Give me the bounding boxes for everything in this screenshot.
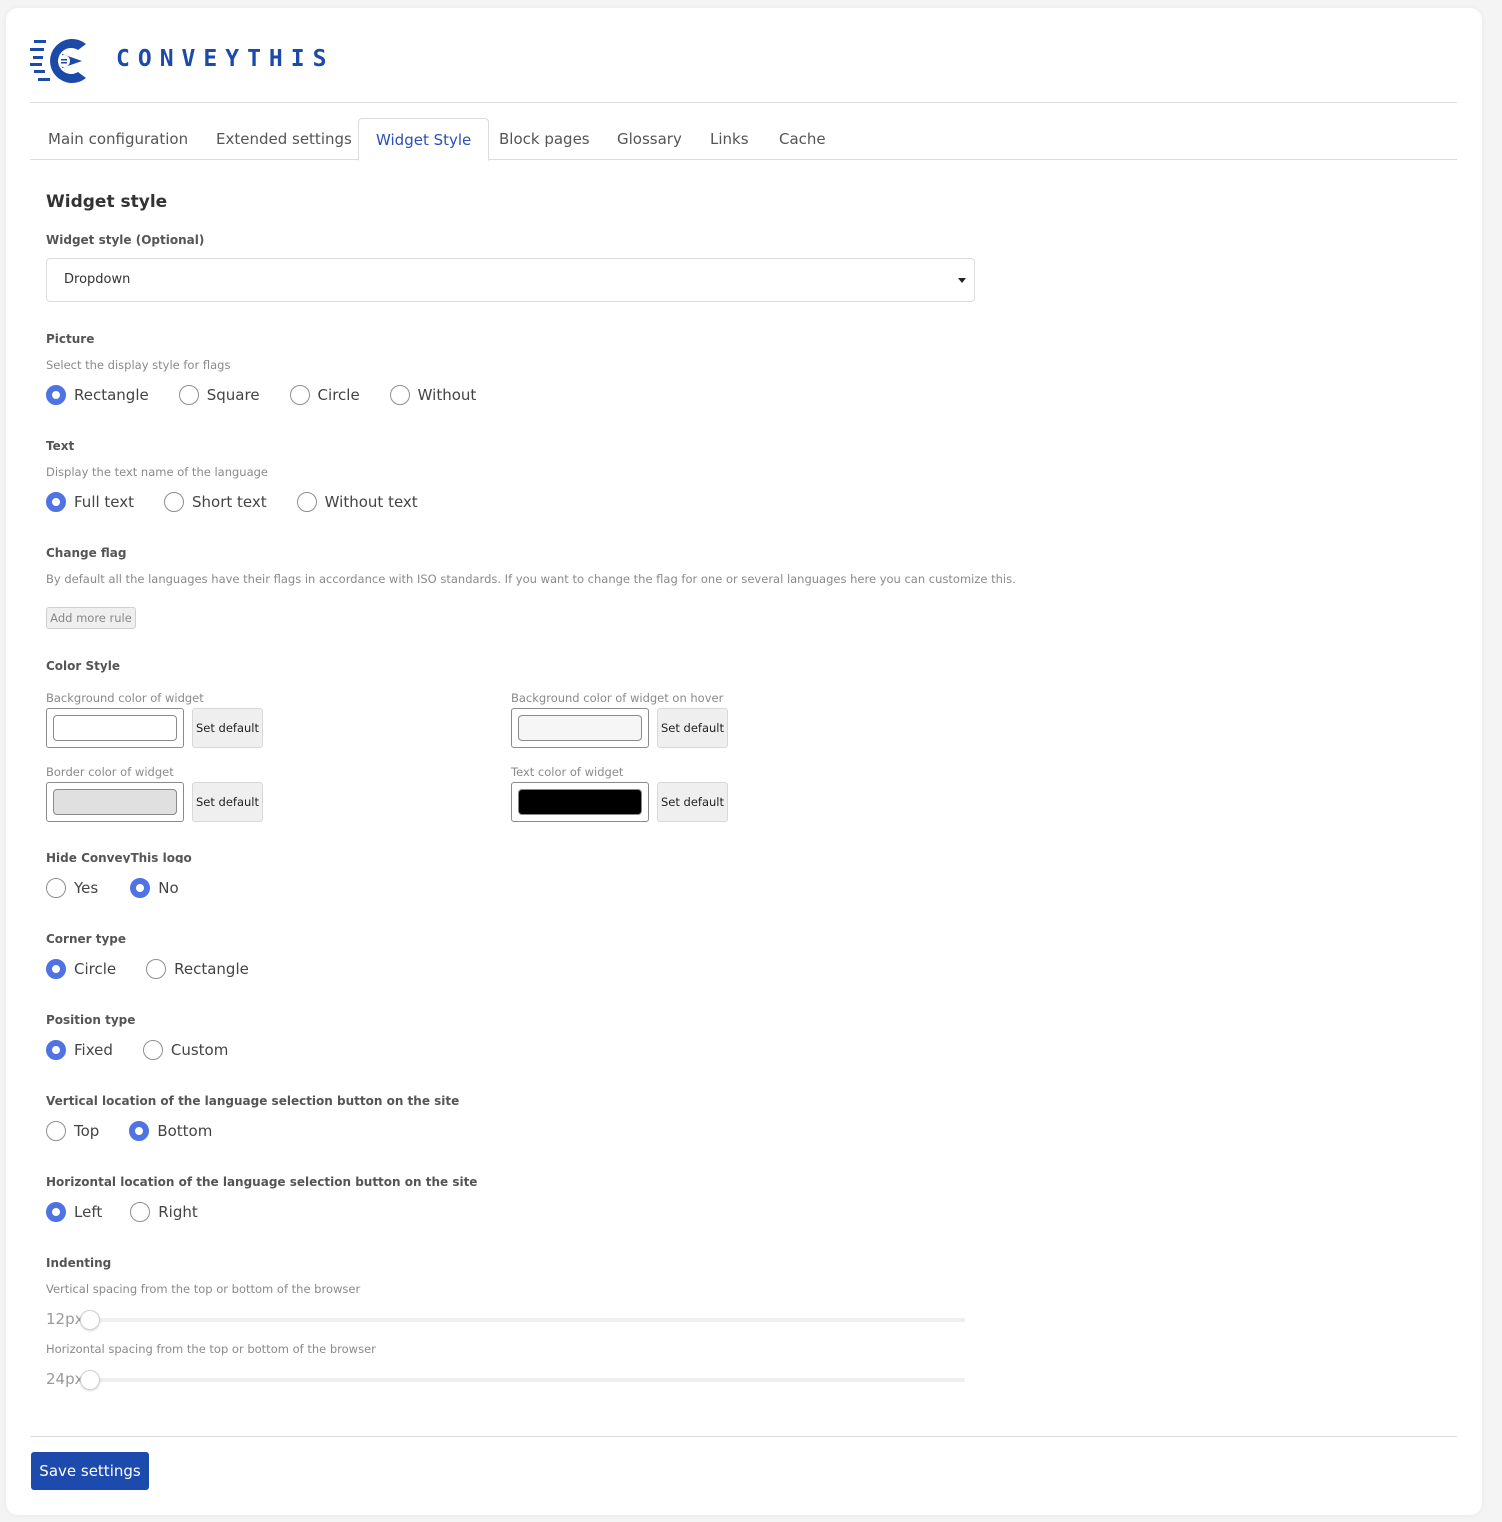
text-radio-group: Full text Short text Without text (46, 492, 446, 512)
bg-color-swatch[interactable] (53, 715, 177, 741)
bg-color-label: Background color of widget (46, 691, 204, 705)
radio-button-selected[interactable] (130, 878, 151, 898)
tab-block-pages[interactable]: Block pages (482, 118, 607, 160)
radio-button[interactable] (146, 959, 167, 979)
text-color-swatch[interactable] (518, 789, 642, 815)
tab-widget-style[interactable]: Widget Style (358, 118, 490, 161)
rocket-c-logo-icon (30, 39, 86, 83)
radio-without[interactable]: Without (389, 385, 476, 405)
text-color-label: Text color of widget (511, 765, 624, 779)
position-type-radio-group: Fixed Custom (46, 1040, 256, 1060)
caret-down-icon (958, 278, 966, 283)
tab-main-configuration[interactable]: Main configuration (31, 118, 205, 160)
radio-button-selected[interactable] (46, 1040, 66, 1060)
radio-full-text[interactable]: Full text (46, 492, 134, 512)
radio-button[interactable] (289, 385, 310, 405)
border-color-set-default-button[interactable]: Set default (192, 782, 263, 822)
header-divider (30, 102, 1457, 103)
save-settings-button[interactable]: Save settings (31, 1452, 149, 1490)
radio-bottom[interactable]: Bottom (129, 1121, 212, 1141)
radio-button[interactable] (130, 1202, 151, 1222)
radio-yes[interactable]: Yes (46, 878, 98, 898)
radio-corner-rectangle[interactable]: Rectangle (146, 959, 249, 979)
text-label: Text (46, 439, 75, 453)
picture-radio-group: Rectangle Square Circle Without (46, 385, 504, 405)
color-style-label: Color Style (46, 659, 120, 673)
radio-button[interactable] (389, 385, 410, 405)
bg-color-field[interactable] (46, 708, 184, 748)
change-flag-label: Change flag (46, 546, 127, 560)
horizontal-spacing-value: 24px (46, 1370, 84, 1388)
radio-button-selected[interactable] (46, 959, 66, 979)
brand-name: CONVEYTHIS (116, 46, 335, 72)
radio-corner-circle[interactable]: Circle (46, 959, 116, 979)
tab-links[interactable]: Links (693, 118, 766, 160)
horizontal-location-radio-group: Left Right (46, 1202, 226, 1222)
page-title: Widget style (46, 192, 168, 212)
horizontal-spacing-hint: Horizontal spacing from the top or botto… (46, 1342, 376, 1356)
radio-without-text[interactable]: Without text (296, 492, 418, 512)
vertical-spacing-slider-handle[interactable] (80, 1310, 100, 1330)
radio-fixed[interactable]: Fixed (46, 1040, 113, 1060)
vertical-location-radio-group: Top Bottom (46, 1121, 240, 1141)
border-color-label: Border color of widget (46, 765, 174, 779)
tab-glossary[interactable]: Glossary (600, 118, 699, 160)
radio-short-text[interactable]: Short text (164, 492, 267, 512)
corner-type-label: Corner type (46, 932, 127, 946)
radio-button[interactable] (164, 492, 185, 512)
position-type-label: Position type (46, 1013, 136, 1027)
vertical-spacing-slider[interactable] (88, 1318, 965, 1322)
radio-top[interactable]: Top (46, 1121, 99, 1141)
radio-no[interactable]: No (130, 878, 179, 898)
radio-circle[interactable]: Circle (289, 385, 360, 405)
corner-type-radio-group: Circle Rectangle (46, 959, 277, 979)
widget-style-select[interactable]: Dropdown (46, 258, 975, 302)
bg-hover-color-set-default-button[interactable]: Set default (657, 708, 728, 748)
radio-button[interactable] (142, 1040, 163, 1060)
border-color-swatch[interactable] (53, 789, 177, 815)
bg-hover-color-label: Background color of widget on hover (511, 691, 724, 705)
vertical-spacing-hint: Vertical spacing from the top or bottom … (46, 1282, 361, 1296)
horizontal-spacing-slider[interactable] (88, 1378, 965, 1382)
conveythis-logo: CONVEYTHIS (30, 32, 340, 90)
radio-custom[interactable]: Custom (142, 1040, 228, 1060)
horizontal-spacing-slider-handle[interactable] (80, 1370, 100, 1390)
radio-rectangle[interactable]: Rectangle (46, 385, 149, 405)
picture-hint: Select the display style for flags (46, 358, 231, 372)
widget-style-label: Widget style (Optional) (46, 233, 205, 247)
add-more-rule-button[interactable]: Add more rule (46, 607, 136, 629)
radio-button-selected[interactable] (46, 492, 66, 512)
radio-button[interactable] (46, 1121, 66, 1141)
tab-bar: Main configuration Extended settings Wid… (30, 118, 1457, 161)
hide-logo-label: Hide ConveyThis logo (46, 851, 192, 863)
text-hint: Display the text name of the language (46, 465, 269, 479)
tab-cache[interactable]: Cache (762, 118, 843, 160)
radio-left[interactable]: Left (46, 1202, 102, 1222)
border-color-field[interactable] (46, 782, 184, 822)
bg-hover-color-field[interactable] (511, 708, 649, 748)
picture-label: Picture (46, 332, 95, 346)
bg-hover-color-swatch[interactable] (518, 715, 642, 741)
horizontal-location-label: Horizontal location of the language sele… (46, 1175, 478, 1189)
hide-logo-radio-group: Yes No (46, 878, 207, 898)
radio-square[interactable]: Square (178, 385, 260, 405)
indenting-label: Indenting (46, 1256, 112, 1270)
radio-button[interactable] (178, 385, 199, 405)
radio-button-selected[interactable] (46, 385, 66, 405)
change-flag-hint: By default all the languages have their … (46, 572, 1016, 586)
radio-button[interactable] (296, 492, 317, 512)
text-color-set-default-button[interactable]: Set default (657, 782, 728, 822)
radio-button[interactable] (46, 878, 66, 898)
widget-style-value: Dropdown (64, 272, 131, 287)
vertical-location-label: Vertical location of the language select… (46, 1094, 460, 1108)
bg-color-set-default-button[interactable]: Set default (192, 708, 263, 748)
radio-button-selected[interactable] (129, 1121, 150, 1141)
vertical-spacing-value: 12px (46, 1310, 84, 1328)
text-color-field[interactable] (511, 782, 649, 822)
footer-divider (30, 1436, 1457, 1437)
radio-right[interactable]: Right (130, 1202, 198, 1222)
tab-extended-settings[interactable]: Extended settings (199, 118, 369, 160)
radio-button-selected[interactable] (46, 1202, 66, 1222)
